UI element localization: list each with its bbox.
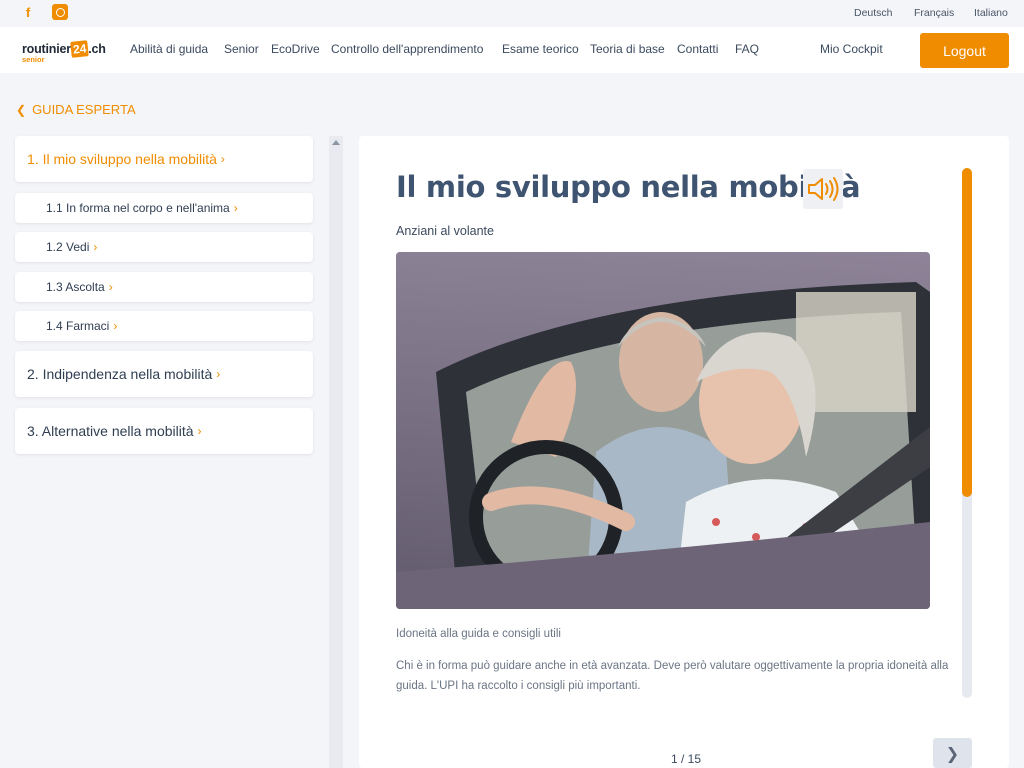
logo-sub: senior — [22, 55, 45, 64]
chevron-right-icon: ❯ — [945, 743, 960, 763]
back-link[interactable]: ❮ GUIDA ESPERTA — [16, 102, 136, 117]
logo-badge: 24 — [70, 40, 90, 58]
chevron-right-icon: › — [108, 280, 113, 294]
site-logo[interactable]: routinier24.ch senior — [22, 40, 106, 64]
top-utility-bar: f Deutsch Français Italiano — [0, 0, 1024, 27]
nav-controllo-apprendimento[interactable]: Controllo dell'apprendimento — [331, 42, 483, 56]
chevron-left-icon: ❮ — [16, 102, 27, 117]
lang-francais[interactable]: Français — [914, 7, 954, 19]
sidebar-item-label: 1. Il mio sviluppo nella mobilità — [27, 151, 217, 167]
sidebar-item-alternatives[interactable]: 3. Alternative nella mobilità › — [15, 408, 313, 454]
sidebar-item-label: 1.4 Farmaci — [46, 319, 110, 333]
page-title: Il mio sviluppo nella mobilità — [396, 170, 861, 204]
nav-senior[interactable]: Senior — [224, 42, 259, 56]
next-page-button[interactable]: ❯ — [933, 738, 972, 768]
content-photo — [396, 252, 930, 609]
back-link-label: GUIDA ESPERTA — [32, 102, 136, 117]
sidebar-item-in-forma[interactable]: 1.1 In forma nel corpo e nell'anima › — [15, 193, 313, 223]
nav-esame-teorico[interactable]: Esame teorico — [502, 42, 579, 56]
nav-contatti[interactable]: Contatti — [677, 42, 718, 56]
chevron-right-icon: › — [220, 152, 225, 166]
nav-mio-cockpit[interactable]: Mio Cockpit — [820, 42, 883, 56]
lang-deutsch[interactable]: Deutsch — [854, 7, 893, 19]
nav-abilita-di-guida[interactable]: Abilità di guida — [130, 42, 208, 56]
sidebar-item-label: 3. Alternative nella mobilità — [27, 423, 194, 439]
sidebar-item-label: 1.2 Vedi — [46, 240, 90, 254]
content-paragraph: Chi è in forma può guidare anche in età … — [396, 660, 949, 692]
sidebar-item-independence[interactable]: 2. Indipendenza nella mobilità › — [15, 351, 313, 397]
nav-ecodrive[interactable]: EcoDrive — [271, 42, 320, 56]
sidebar-item-vedi[interactable]: 1.2 Vedi › — [15, 232, 313, 262]
sidebar-item-label: 1.1 In forma nel corpo e nell'anima — [46, 201, 230, 215]
page-indicator: 1 / 15 — [671, 752, 702, 766]
facebook-icon[interactable]: f — [20, 4, 36, 20]
chevron-right-icon: › — [233, 201, 238, 215]
logo-domain: .ch — [88, 42, 106, 56]
main-navbar: routinier24.ch senior Abilità di guida S… — [0, 27, 1024, 73]
sidebar-item-ascolta[interactable]: 1.3 Ascolta › — [15, 272, 313, 302]
speaker-icon[interactable] — [803, 169, 843, 209]
chevron-right-icon: › — [113, 319, 118, 333]
nav-faq[interactable]: FAQ — [735, 42, 759, 56]
logo-text: routinier — [22, 42, 71, 56]
content-scrollbar[interactable] — [962, 168, 972, 698]
chevron-right-icon: › — [197, 424, 202, 438]
instagram-icon[interactable] — [52, 4, 68, 20]
sidebar-item-label: 2. Indipendenza nella mobilità — [27, 366, 213, 382]
sidebar-item-mobility-development[interactable]: 1. Il mio sviluppo nella mobilità › — [15, 136, 313, 182]
scroll-up-icon[interactable] — [332, 140, 340, 145]
chevron-right-icon: › — [216, 367, 221, 381]
nav-teoria-di-base[interactable]: Teoria di base — [590, 42, 665, 56]
sidebar-item-farmaci[interactable]: 1.4 Farmaci › — [15, 311, 313, 341]
sidebar-item-label: 1.3 Ascolta — [46, 280, 105, 294]
sidebar-scrollbar[interactable] — [329, 136, 343, 768]
lang-italiano[interactable]: Italiano — [974, 7, 1008, 19]
logout-button[interactable]: Logout — [920, 33, 1009, 68]
photo-caption: Idoneità alla guida e consigli utili — [396, 628, 561, 640]
scrollbar-thumb[interactable] — [962, 168, 972, 497]
chevron-right-icon: › — [93, 240, 98, 254]
content-subtitle: Anziani al volante — [396, 224, 494, 238]
